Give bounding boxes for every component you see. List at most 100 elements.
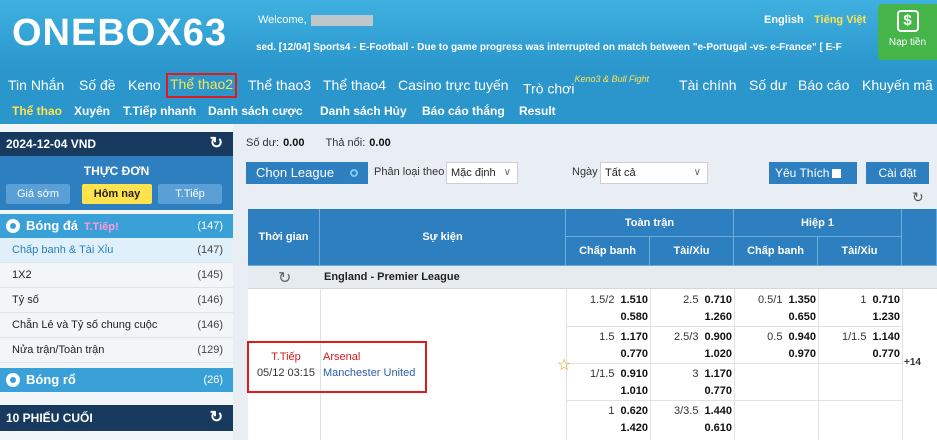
nav-lottery[interactable]: Số đề — [79, 74, 116, 96]
odds-value[interactable]: 0.910 — [620, 368, 648, 380]
subnav-result[interactable]: Result — [519, 104, 556, 118]
odds-value[interactable]: 1.260 — [704, 311, 732, 323]
sidebar-item-handicap-ou[interactable]: Chấp banh & Tài Xỉu (147) — [0, 238, 233, 263]
odds-value[interactable]: 0.900 — [704, 331, 732, 343]
sport-basketball[interactable]: Bóng rổ (26) — [0, 368, 233, 392]
odds-cell[interactable]: 0.770 — [820, 345, 900, 363]
odds-value[interactable]: 1.350 — [788, 294, 816, 306]
choose-league-button[interactable]: Chọn League — [246, 162, 368, 184]
odds-cell[interactable]: 1.010 — [568, 382, 648, 400]
odds-cell[interactable] — [736, 419, 816, 437]
site-logo[interactable]: ONEBOX63 — [12, 12, 227, 55]
nav-games[interactable]: Trò chơiKeno3 & Bull Fight — [523, 74, 649, 97]
odds-value[interactable]: 0.770 — [704, 385, 732, 397]
odds-value[interactable]: 1.020 — [704, 348, 732, 360]
subnav-live-fast[interactable]: T.Tiếp nhanh — [123, 104, 196, 118]
news-ticker[interactable]: sed. [12/04] Sports4 - E-Football - Due … — [256, 38, 866, 58]
nav-finance[interactable]: Tài chính — [679, 74, 737, 96]
odds-value[interactable]: 1.440 — [704, 405, 732, 417]
subnav-cancel-list[interactable]: Danh sách Hủy — [320, 104, 407, 118]
odds-cell[interactable]: 0.650 — [736, 308, 816, 326]
odds-value[interactable]: 0.610 — [704, 422, 732, 434]
refresh-icon[interactable]: ↻ — [278, 268, 291, 288]
odds-cell[interactable]: 1.5/2 1.510 — [568, 291, 648, 309]
odds-value[interactable]: 1.140 — [872, 331, 900, 343]
refresh-icon[interactable]: ↻ — [210, 136, 223, 152]
odds-value[interactable]: 0.770 — [872, 348, 900, 360]
tab-today[interactable]: Hôm nay — [82, 184, 152, 204]
last-tickets-bar[interactable]: 10 PHIẾU CUỐI ↻ — [0, 405, 233, 431]
sport-football[interactable]: Bóng đá T.Tiếp! (147) — [0, 214, 233, 238]
nav-casino[interactable]: Casino trực tuyến — [398, 74, 509, 96]
odds-cell[interactable]: 1.260 — [652, 308, 732, 326]
odds-cell[interactable]: 0.970 — [736, 345, 816, 363]
subnav-sports[interactable]: Thể thao — [12, 104, 62, 118]
odds-cell[interactable]: 1.420 — [568, 419, 648, 437]
nav-sports4[interactable]: Thể thao4 — [323, 74, 386, 96]
nav-reports[interactable]: Báo cáo — [798, 74, 849, 96]
odds-cell[interactable] — [820, 402, 900, 420]
odds-cell[interactable]: 1/1.5 0.910 — [568, 365, 648, 383]
odds-value[interactable]: 0.580 — [620, 311, 648, 323]
odds-cell[interactable]: 1 0.620 — [568, 402, 648, 420]
odds-cell[interactable] — [736, 365, 816, 383]
tab-early[interactable]: Giá sớm — [6, 184, 70, 204]
subnav-win-report[interactable]: Báo cáo thắng — [422, 104, 505, 118]
odds-cell[interactable]: 0.770 — [652, 382, 732, 400]
favorites-toggle[interactable]: Yêu Thích — [769, 162, 857, 184]
nav-balance[interactable]: Số dư — [749, 74, 787, 96]
subnav-parlay[interactable]: Xuyên — [74, 104, 110, 118]
odds-value[interactable]: 1.010 — [620, 385, 648, 397]
away-team[interactable]: Manchester United — [323, 365, 415, 381]
odds-cell[interactable]: 1.020 — [652, 345, 732, 363]
nav-sports2[interactable]: Thể thao2 — [166, 73, 238, 98]
deposit-button[interactable]: $ Nạp tiền — [878, 4, 937, 60]
odds-value[interactable]: 1.170 — [620, 331, 648, 343]
sidebar-item-odd-even[interactable]: Chẵn Lẻ và Tỷ số chung cuộc (146) — [0, 313, 233, 338]
odds-cell[interactable]: 1.230 — [820, 308, 900, 326]
odds-value[interactable]: 1.510 — [620, 294, 648, 306]
odds-cell[interactable]: 1.5 1.170 — [568, 328, 648, 346]
odds-cell[interactable]: 3/3.5 1.440 — [652, 402, 732, 420]
more-bets-link[interactable]: +14 — [904, 357, 921, 368]
event-highlight[interactable]: T.Tiếp 05/12 03:15 Arsenal Manchester Un… — [247, 341, 427, 393]
sidebar-item-1x2[interactable]: 1X2 (145) — [0, 263, 233, 288]
odds-cell[interactable]: 0.770 — [568, 345, 648, 363]
odds-cell[interactable]: 3 1.170 — [652, 365, 732, 383]
odds-cell[interactable]: 2.5/3 0.900 — [652, 328, 732, 346]
subnav-bet-list[interactable]: Danh sách cược — [208, 104, 303, 118]
sidebar-item-htft[interactable]: Nửa trận/Toàn trận (129) — [0, 338, 233, 363]
checkbox-icon[interactable] — [832, 169, 842, 179]
refresh-icon[interactable]: ↻ — [210, 410, 223, 426]
odds-cell[interactable]: 1/1.5 1.140 — [820, 328, 900, 346]
lang-vietnamese[interactable]: Tiếng Việt — [814, 14, 866, 26]
nav-promotions[interactable]: Khuyến mã — [862, 74, 933, 96]
league-row[interactable]: ↻ England - Premier League — [248, 266, 937, 289]
odds-value[interactable]: 1.420 — [620, 422, 648, 434]
odds-value[interactable]: 1.170 — [704, 368, 732, 380]
odds-value[interactable]: 0.710 — [704, 294, 732, 306]
odds-value[interactable]: 0.970 — [788, 348, 816, 360]
odds-value[interactable]: 1.230 — [872, 311, 900, 323]
odds-cell[interactable] — [820, 419, 900, 437]
nav-sports3[interactable]: Thể thao3 — [248, 74, 311, 96]
odds-cell[interactable]: 0.5 0.940 — [736, 328, 816, 346]
odds-value[interactable]: 0.710 — [872, 294, 900, 306]
settings-button[interactable]: Cài đặt — [866, 162, 929, 184]
odds-cell[interactable] — [820, 365, 900, 383]
odds-value[interactable]: 0.770 — [620, 348, 648, 360]
home-team[interactable]: Arsenal — [323, 349, 415, 365]
favorite-star-icon[interactable]: ☆ — [557, 355, 571, 375]
sidebar-item-correct-score[interactable]: Tỷ số (146) — [0, 288, 233, 313]
odds-cell[interactable]: 0.610 — [652, 419, 732, 437]
odds-cell[interactable]: 0.5/1 1.350 — [736, 291, 816, 309]
lang-english[interactable]: English — [764, 14, 804, 26]
sort-select[interactable]: Mặc định ∨ — [446, 162, 518, 184]
odds-value[interactable]: 0.650 — [788, 311, 816, 323]
odds-cell[interactable] — [736, 382, 816, 400]
odds-cell[interactable] — [736, 402, 816, 420]
odds-cell[interactable]: 0.580 — [568, 308, 648, 326]
odds-cell[interactable]: 1 0.710 — [820, 291, 900, 309]
day-select[interactable]: Tất cả ∨ — [600, 162, 708, 184]
odds-value[interactable]: 0.940 — [788, 331, 816, 343]
